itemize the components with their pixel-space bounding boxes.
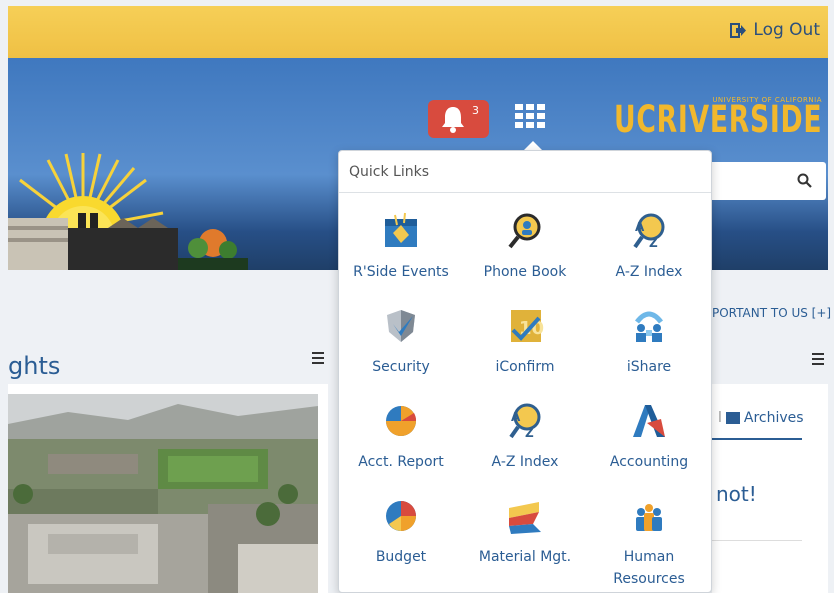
archives-tab[interactable]: l Archives [718, 410, 804, 426]
quick-link-label: A-Z Index [491, 454, 559, 470]
quick-link-iconfirm[interactable]: 10 iConfirm [463, 306, 587, 378]
quick-link-security[interactable]: Security [339, 306, 463, 378]
grid-cell [537, 122, 545, 128]
phone-book-icon [508, 213, 541, 249]
logout-icon [730, 22, 747, 38]
svg-text:A: A [635, 220, 645, 234]
iconfirm-icon: 10 [511, 310, 544, 342]
quick-link-label: iConfirm [495, 359, 555, 375]
az-index-icon: A Z [509, 403, 541, 440]
highlights-title: ghts [8, 352, 61, 380]
hamburger-menu-icon[interactable] [312, 352, 324, 364]
active-tab-underline [712, 438, 802, 440]
highlights-card [8, 384, 328, 593]
quick-link-human-resources[interactable]: Human Resources [587, 496, 711, 590]
divider [712, 540, 802, 541]
quick-link-label: Human Resources [613, 549, 685, 587]
tab-separator: l [718, 410, 722, 426]
quick-links-title: Quick Links [339, 151, 711, 193]
accounting-icon [633, 405, 665, 437]
quick-link-label: iShare [626, 359, 672, 375]
notifications-button[interactable] [428, 100, 489, 138]
hamburger-menu-icon[interactable] [812, 353, 824, 365]
grid-cell [526, 122, 534, 128]
campus-silhouette [8, 213, 248, 270]
quick-link-label: Budget [375, 549, 427, 565]
grid-cell [526, 104, 534, 110]
grid-cell [526, 113, 534, 119]
quick-link-label: Accounting [609, 454, 689, 470]
campus-aerial-photo[interactable] [8, 394, 318, 593]
quick-link-acct-report[interactable]: Acct. Report [339, 401, 463, 473]
quick-link-label: Security [372, 359, 430, 375]
svg-text:Z: Z [525, 426, 534, 440]
quick-link-ishare[interactable]: iShare [587, 306, 711, 378]
grid-cell [515, 113, 523, 119]
top-bar: Log Out [8, 6, 828, 58]
grid-cell [515, 122, 523, 128]
important-link[interactable]: PORTANT TO US [+] [712, 306, 831, 320]
quick-link-az-index[interactable]: A Z A-Z Index [587, 211, 711, 283]
ishare-icon [635, 311, 663, 342]
notification-count-badge: 3 [472, 104, 479, 117]
search-icon[interactable] [797, 173, 812, 188]
shield-icon [387, 310, 415, 342]
bell-icon [441, 107, 464, 133]
news-headline: not! [716, 482, 757, 506]
quick-link-accounting[interactable]: Accounting [587, 401, 711, 473]
search-input[interactable] [700, 162, 826, 200]
budget-pie-icon [386, 501, 416, 531]
quick-link-phone-book[interactable]: Phone Book [463, 211, 587, 283]
quick-link-label: A-Z Index [615, 264, 683, 280]
az-index-icon: A Z [633, 213, 665, 250]
calendar-events-icon [385, 212, 417, 247]
grid-cell [537, 104, 545, 110]
grid-cell [537, 113, 545, 119]
ucr-logo[interactable]: UNIVERSITY OF CALIFORNIA UCRIVERSIDE [614, 94, 824, 141]
news-card: l Archives not! [712, 384, 828, 593]
quick-links-dropdown: Quick Links R'Side Events Phone Book A Z… [338, 150, 712, 593]
quick-link-label: Acct. Report [358, 454, 444, 470]
logout-label: Log Out [753, 20, 820, 40]
quick-link-label: Material Mgt. [478, 549, 572, 565]
material-mgt-icon [509, 502, 541, 534]
apps-grid-button[interactable] [515, 104, 547, 132]
pie-chart-icon [386, 406, 417, 436]
archives-label: Archives [743, 410, 804, 426]
logo-title: UCRIVERSIDE [614, 98, 823, 141]
quick-link-label: R'Side Events [353, 264, 449, 280]
grid-cell [515, 104, 523, 110]
svg-text:Z: Z [649, 236, 658, 250]
quick-link-rside-events[interactable]: R'Side Events [339, 211, 463, 283]
quick-link-budget[interactable]: Budget [339, 496, 463, 568]
svg-text:A: A [511, 410, 521, 424]
quick-link-label: Phone Book [483, 264, 567, 280]
logout-link[interactable]: Log Out [730, 20, 820, 40]
archive-box-icon [725, 412, 740, 424]
quick-link-material-mgt[interactable]: Material Mgt. [463, 496, 587, 568]
quick-link-az-index-2[interactable]: A Z A-Z Index [463, 401, 587, 473]
people-icon [636, 504, 662, 531]
